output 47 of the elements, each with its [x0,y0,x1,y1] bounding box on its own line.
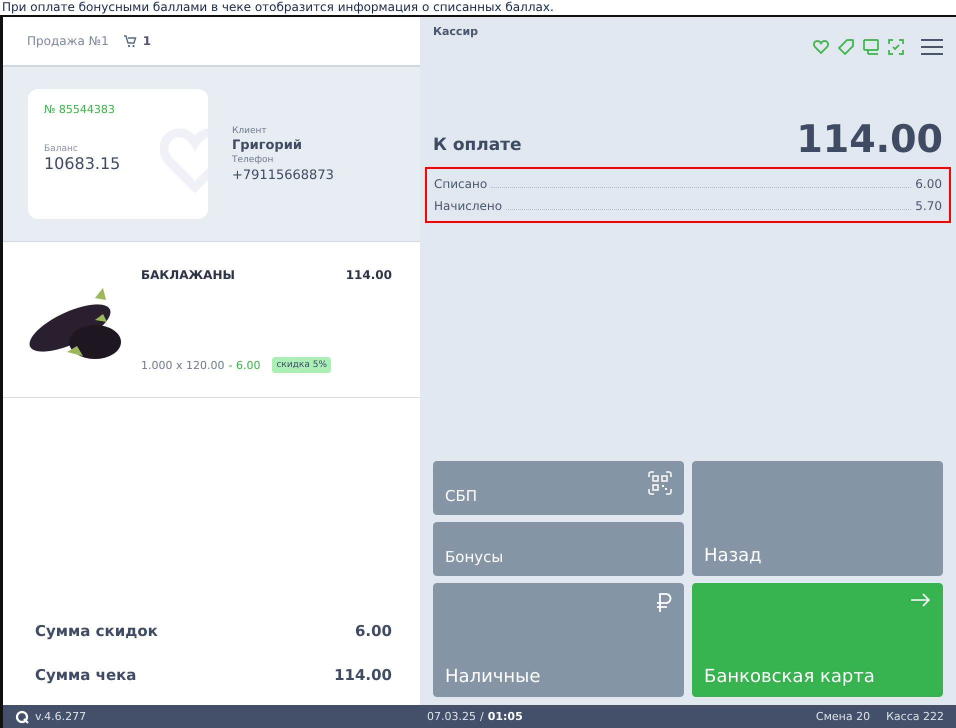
product-name: БАКЛАЖАНЫ [141,268,235,282]
discount-badge: скидка 5% [272,357,331,373]
payment-label: К оплате [433,135,522,155]
total-label: Сумма скидок [35,622,158,640]
discount-amount: - 6.00 [228,358,260,372]
card-number: № 85544383 [44,103,116,116]
date-text: 07.03.25 [427,710,476,723]
qr-code-icon [648,471,672,495]
payment-button[interactable]: Бонусы [433,522,684,576]
ruble-icon [656,593,672,613]
scan-check-icon[interactable] [888,39,904,55]
payment-button[interactable]: СБП [433,461,684,515]
total-value: 114.00 [334,666,392,684]
client-name: Григорий [232,138,303,152]
total-value: 6.00 [354,622,392,640]
separator-text: / [480,710,484,723]
cashier-label: Кассир [433,25,478,40]
arrow-right-icon [911,593,931,607]
sale-title: Продажа №1 [27,34,109,48]
logo-icon [15,710,29,724]
version-text: v.4.6.277 [35,710,86,723]
tag-icon[interactable] [838,39,854,55]
total-label: Сумма чека [35,666,136,684]
time-text: 01:05 [488,710,523,723]
client-phone: +79115668873 [232,168,334,182]
balance-label: Баланс [44,144,79,154]
bonus-value: 6.00 [915,176,942,193]
payment-button[interactable]: Назад [692,461,943,576]
payment-amount: 114.00 [796,117,943,161]
monitor-icon[interactable] [863,39,879,55]
product-total: 114.00 [346,268,392,282]
client-label: Клиент [232,126,268,136]
phone-label: Телефон [232,154,274,164]
heart-icon[interactable] [813,40,829,54]
cart-count: 1 [142,34,152,48]
payment-button[interactable]: Банковская карта [692,583,943,697]
balance-value: 10683.15 [44,154,122,173]
bonus-value: 5.70 [915,198,942,215]
payment-button[interactable]: Наличные [433,583,684,697]
caption-text: При оплате бонусными баллами в чеке отобразится информация о списанных баллах. [1,0,555,15]
shift-text: Смена 20 [816,710,870,723]
quantity-price: 1.000 x 120.00 [141,358,224,372]
register-text: Касса 222 [886,710,944,723]
cart-icon [122,34,137,48]
bonus-label: Начислено [434,198,502,215]
bonus-label: Списано [434,176,488,193]
menu-icon[interactable] [921,39,943,55]
